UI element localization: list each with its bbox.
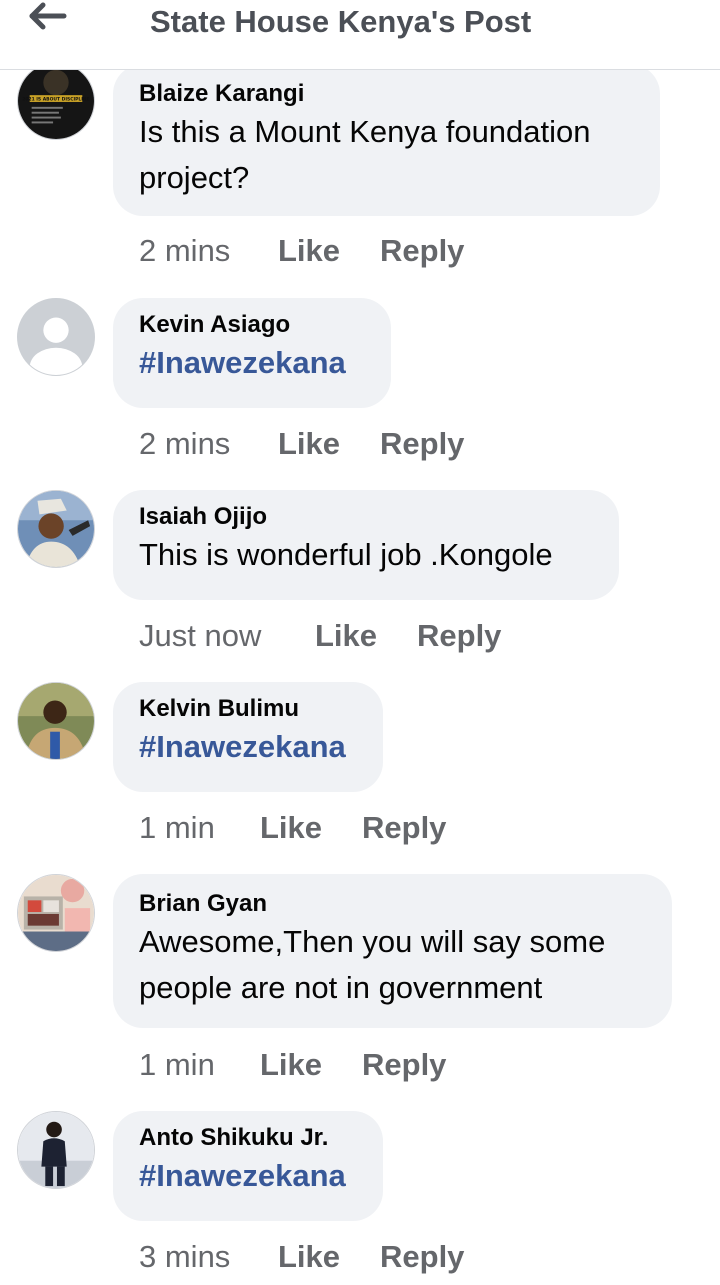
like-button[interactable]: Like: [315, 616, 377, 656]
reply-button[interactable]: Reply: [380, 1237, 464, 1277]
reply-button[interactable]: Reply: [417, 616, 501, 656]
poster-avatar: 2021 IS ABOUT DISCIPLINE: [18, 63, 94, 139]
comment-bubble: Anto Shikuku Jr. #Inawezekana: [113, 1111, 383, 1221]
like-button[interactable]: Like: [260, 808, 322, 848]
like-button[interactable]: Like: [260, 1045, 322, 1085]
like-button[interactable]: Like: [278, 1237, 340, 1277]
comment-time: 1 min: [139, 1047, 215, 1082]
comment-time: Just now: [139, 618, 262, 653]
comment-author[interactable]: Kevin Asiago: [139, 310, 363, 340]
comment-bubble: Blaize Karangi Is this a Mount Kenya fou…: [113, 64, 660, 216]
like-button[interactable]: Like: [278, 424, 340, 464]
comment-time: 1 min: [139, 810, 215, 845]
avatar[interactable]: 2021 IS ABOUT DISCIPLINE: [17, 62, 95, 140]
like-button[interactable]: Like: [278, 231, 340, 271]
comment-time: 2 mins: [139, 233, 231, 268]
comment-bubble: Kelvin Bulimu #Inawezekana: [113, 682, 383, 792]
collage-photo: [18, 875, 94, 951]
reply-button[interactable]: Reply: [362, 808, 446, 848]
person-photo: [18, 1112, 94, 1188]
avatar[interactable]: [17, 1111, 95, 1189]
comment-text: Is this a Mount Kenya foundation project…: [139, 114, 591, 195]
comment-author[interactable]: Kelvin Bulimu: [139, 694, 355, 724]
reply-button[interactable]: Reply: [362, 1045, 446, 1085]
avatar[interactable]: [17, 682, 95, 760]
comment-time: 3 mins: [139, 1239, 231, 1274]
post-header: State House Kenya's Post: [0, 0, 720, 70]
comment-bubble: Isaiah Ojijo This is wonderful job .Kong…: [113, 490, 619, 600]
comment-author[interactable]: Blaize Karangi: [139, 79, 632, 109]
back-button[interactable]: [26, 0, 72, 34]
hashtag-link[interactable]: #Inawezekana: [139, 340, 363, 386]
comment-list: 2021 IS ABOUT DISCIPLINE Blaize Karangi …: [0, 0, 720, 1285]
default-user-icon: [18, 299, 94, 375]
comment-text: Awesome,Then you will say some people ar…: [139, 924, 606, 1005]
hashtag-link[interactable]: #Inawezekana: [139, 1153, 355, 1199]
avatar[interactable]: [17, 490, 95, 568]
comment-author[interactable]: Anto Shikuku Jr.: [139, 1123, 355, 1153]
hashtag-link[interactable]: #Inawezekana: [139, 724, 355, 770]
svg-text:2021 IS ABOUT DISCIPLINE: 2021 IS ABOUT DISCIPLINE: [22, 97, 89, 103]
person-photo: [18, 491, 94, 567]
comment-author[interactable]: Brian Gyan: [139, 889, 644, 919]
reply-button[interactable]: Reply: [380, 231, 464, 271]
comment-bubble: Kevin Asiago #Inawezekana: [113, 298, 391, 408]
comment-bubble: Brian Gyan Awesome,Then you will say som…: [113, 874, 672, 1028]
avatar[interactable]: [17, 874, 95, 952]
page-title: State House Kenya's Post: [150, 4, 532, 39]
avatar[interactable]: [17, 298, 95, 376]
comment-time: 2 mins: [139, 426, 231, 461]
reply-button[interactable]: Reply: [380, 424, 464, 464]
person-photo: [18, 683, 94, 759]
comment-author[interactable]: Isaiah Ojijo: [139, 502, 591, 532]
comment-text: This is wonderful job .Kongole: [139, 537, 553, 572]
arrow-left-icon: [29, 2, 67, 30]
